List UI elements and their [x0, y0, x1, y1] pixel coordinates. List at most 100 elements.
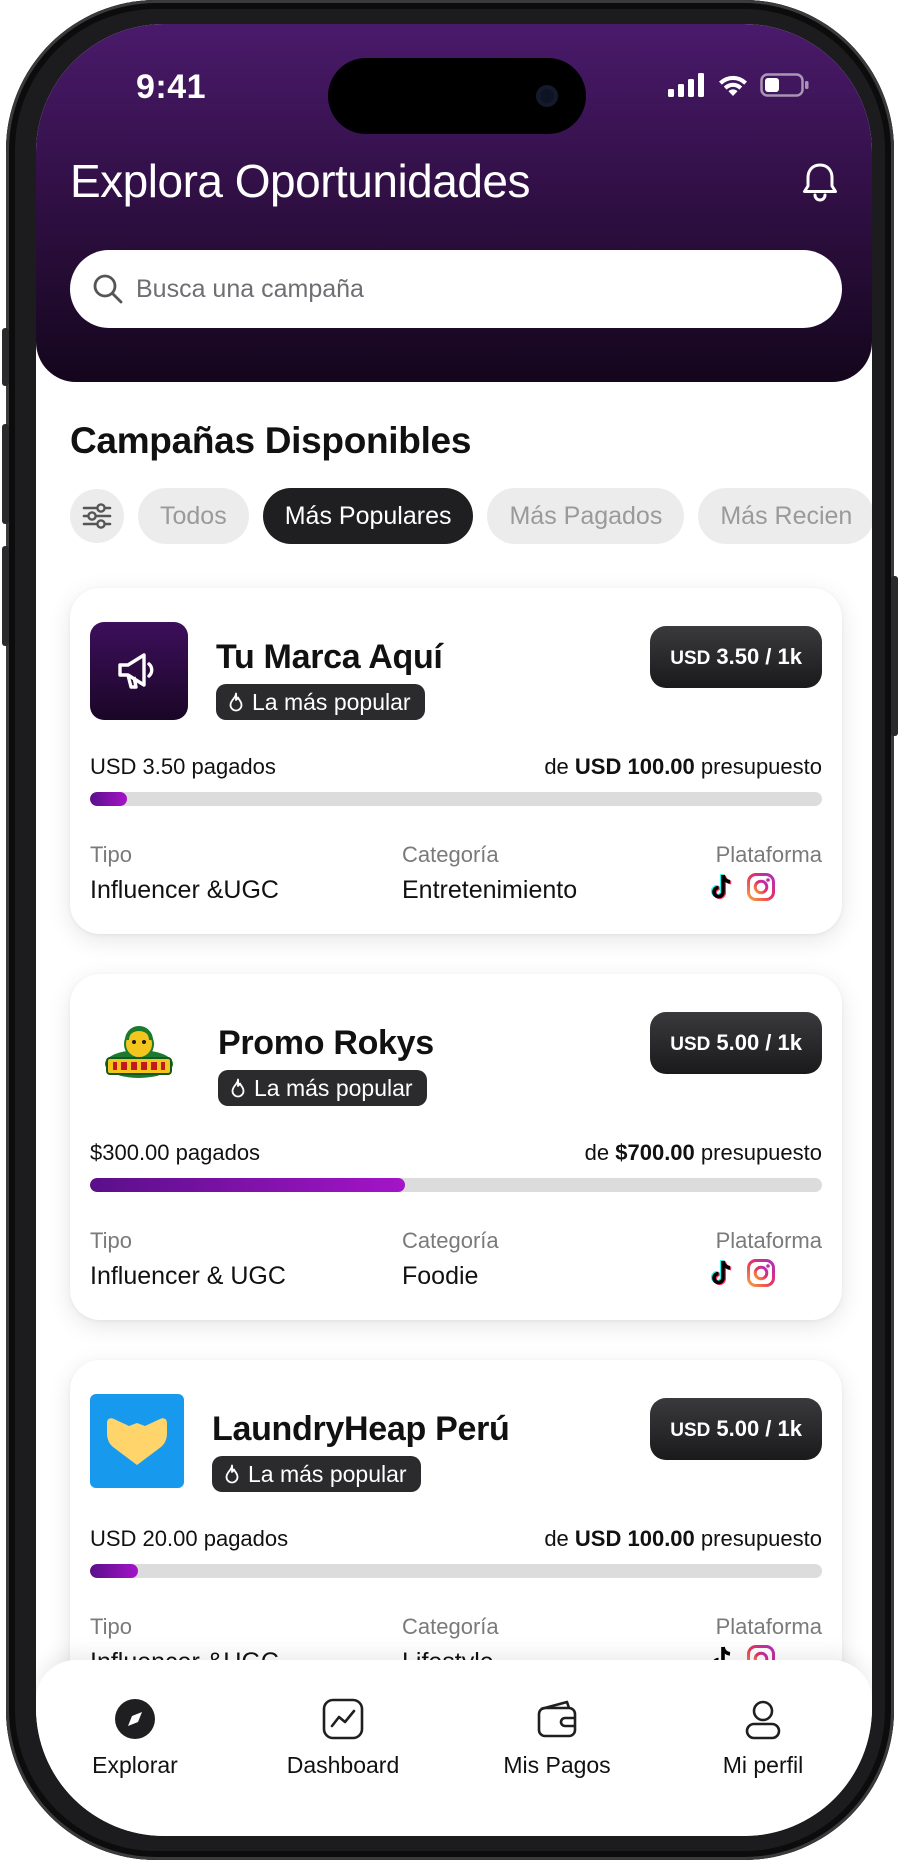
chip-todos[interactable]: Todos	[138, 488, 249, 544]
price-currency: USD	[670, 648, 711, 669]
search-icon	[93, 274, 123, 304]
camera-icon	[536, 85, 558, 107]
screen: 9:41 Explora Oportunidades Busca una cam…	[36, 24, 872, 1836]
budget-prefix: de	[544, 1526, 569, 1551]
flame-icon	[229, 692, 243, 712]
battery-icon	[760, 73, 809, 97]
price-amount: 3.50 / 1k	[716, 644, 802, 669]
nav-item-mi-perfil[interactable]: Mi perfil	[688, 1696, 838, 1779]
nav-icon-wrap	[740, 1696, 786, 1742]
nav-item-dashboard[interactable]: Dashboard	[268, 1696, 418, 1779]
chip-mas-populares[interactable]: Más Populares	[262, 488, 474, 544]
phone-frame: 9:41 Explora Oportunidades Busca una cam…	[2, 0, 898, 1860]
nav-label: Mi perfil	[722, 1752, 804, 1778]
cellular-signal-icon	[668, 73, 704, 97]
campaign-card[interactable]: Tu Marca Aquí La más popular USD 3.50 / …	[70, 588, 842, 934]
nav-label: Dashboard	[286, 1752, 400, 1778]
category-label: Categoría	[402, 1228, 499, 1253]
budget-suffix: presupuesto	[700, 1140, 822, 1165]
chip-mas-pagados[interactable]: Más Pagados	[487, 488, 685, 544]
budget-amount: USD 100.00	[574, 754, 695, 779]
megaphone-icon	[118, 653, 154, 689]
progress-track	[90, 1178, 822, 1192]
paid-amount: $300.00 pagados	[90, 1140, 261, 1165]
budget: de $700.00 presupuesto	[585, 1140, 822, 1166]
rokys-logo	[105, 1026, 173, 1078]
progress-fill	[90, 1178, 405, 1192]
budget-prefix: de	[544, 754, 569, 779]
user-icon	[745, 1700, 781, 1740]
section-title: Campañas Disponibles	[70, 420, 472, 461]
nav-icon-wrap	[112, 1696, 158, 1742]
power-button	[891, 576, 898, 736]
price-badge: USD 5.00 / 1k	[650, 1012, 822, 1074]
platform-icons	[710, 872, 776, 902]
budget-suffix: presupuesto	[700, 1526, 822, 1551]
type-label: Tipo	[90, 1228, 132, 1253]
platform-label: Plataforma	[715, 842, 822, 867]
filter-chips: Todos Más Populares Más Pagados Más Reci…	[70, 486, 872, 546]
search-bar[interactable]	[70, 250, 842, 328]
campaign-card[interactable]: Promo Rokys La más popular USD 5.00 / 1k…	[70, 974, 842, 1320]
dynamic-island	[328, 58, 586, 134]
flame-icon	[231, 1078, 245, 1098]
status-icons	[668, 72, 810, 98]
heart-icon	[107, 1418, 167, 1465]
badge-label: La más popular	[252, 688, 411, 715]
popular-badge: La más popular	[212, 1456, 421, 1492]
compass-icon	[115, 1699, 155, 1739]
category-value: Foodie	[402, 1262, 479, 1290]
badge-label: La más popular	[254, 1074, 413, 1101]
budget-prefix: de	[584, 1140, 610, 1165]
nav-icon-wrap	[320, 1696, 366, 1742]
price-amount: 5.00 / 1k	[716, 1030, 802, 1055]
page-title: Explora Oportunidades	[70, 155, 531, 207]
tiktok-icon	[711, 1259, 732, 1286]
campaign-logo	[90, 1394, 184, 1488]
status-time: 9:41	[136, 68, 207, 106]
nav-icon-wrap	[534, 1696, 580, 1742]
campaign-name: LaundryHeap Perú	[212, 1410, 510, 1448]
price-badge: USD 5.00 / 1k	[650, 1398, 822, 1460]
nav-item-mis-pagos[interactable]: Mis Pagos	[482, 1696, 632, 1779]
tiktok-icon	[711, 873, 732, 900]
volume-down-button	[2, 546, 9, 646]
progress-track	[90, 1564, 822, 1578]
price-currency: USD	[670, 1420, 711, 1441]
paid-amount: USD 20.00 pagados	[90, 1526, 289, 1551]
instagram-icon	[747, 1259, 775, 1287]
header: 9:41 Explora Oportunidades Busca una cam…	[36, 24, 872, 382]
category-value: Entretenimiento	[402, 876, 578, 904]
bell-icon[interactable]	[798, 160, 842, 204]
platform-label: Plataforma	[715, 1614, 822, 1639]
badge-label: La más popular	[248, 1460, 407, 1487]
campaign-name: Promo Rokys	[218, 1024, 434, 1062]
wifi-icon	[719, 75, 747, 96]
sliders-icon	[82, 503, 112, 529]
bottom-nav: Explorar Dashboard Mis Pagos Mi perfil	[36, 1660, 872, 1836]
type-label: Tipo	[90, 1614, 132, 1639]
category-label: Categoría	[402, 1614, 499, 1639]
chip-mas-recientes[interactable]: Más Recien	[698, 488, 872, 544]
campaign-card[interactable]: LaundryHeap Perú La más popular USD 5.00…	[70, 1360, 842, 1706]
campaign-logo	[90, 622, 188, 720]
nav-label: Mis Pagos	[503, 1752, 611, 1778]
budget-amount: USD 100.00	[574, 1526, 695, 1551]
type-value: Influencer & UGC	[90, 1262, 286, 1290]
campaign-name: Tu Marca Aquí	[216, 638, 443, 676]
budget-amount: $700.00	[615, 1140, 695, 1165]
search-input[interactable]	[136, 274, 796, 304]
budget: de USD 100.00 presupuesto	[544, 754, 822, 780]
nav-item-explorar[interactable]: Explorar	[60, 1696, 210, 1779]
chart-icon	[322, 1698, 364, 1740]
price-badge: USD 3.50 / 1k	[650, 626, 822, 688]
progress-fill	[90, 792, 127, 806]
filter-settings-button[interactable]	[70, 489, 124, 543]
volume-up-button	[2, 424, 9, 524]
paid-amount: USD 3.50 pagados	[90, 754, 276, 779]
type-value: Influencer &UGC	[90, 876, 279, 904]
wallet-icon	[537, 1700, 577, 1738]
budget: de USD 100.00 presupuesto	[544, 1526, 822, 1552]
nav-label: Explorar	[92, 1752, 178, 1778]
flame-icon	[225, 1464, 239, 1484]
